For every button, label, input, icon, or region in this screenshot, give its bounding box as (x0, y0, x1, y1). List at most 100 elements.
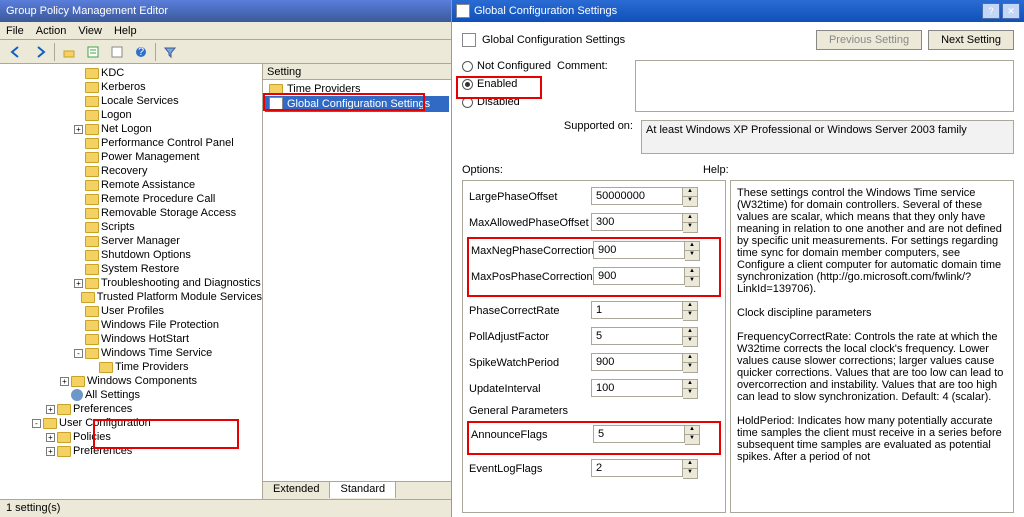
tree-node[interactable]: Server Manager (2, 234, 262, 248)
spin-down-icon[interactable]: ▼ (683, 389, 697, 398)
tree-node[interactable]: -Windows Time Service (2, 346, 262, 360)
tree-node[interactable]: Remote Procedure Call (2, 192, 262, 206)
spin-down-icon[interactable]: ▼ (683, 223, 697, 232)
tree-node[interactable]: +Preferences (2, 402, 262, 416)
spin-up-icon[interactable]: ▲ (683, 380, 697, 389)
spin-down-icon[interactable]: ▼ (683, 363, 697, 372)
option-input[interactable] (591, 327, 683, 345)
tree-node[interactable]: +Net Logon (2, 122, 262, 136)
option-row: MaxAllowedPhaseOffset ▲▼ (469, 213, 719, 233)
properties-button[interactable] (107, 42, 127, 62)
option-input[interactable] (591, 353, 683, 371)
previous-setting-button[interactable]: Previous Setting (816, 30, 922, 50)
tree-node[interactable]: +Troubleshooting and Diagnostics (2, 276, 262, 290)
radio-not-configured[interactable]: Not Configured (462, 60, 557, 72)
folder-icon (85, 320, 99, 331)
option-input[interactable] (593, 267, 685, 285)
option-input[interactable] (591, 213, 683, 231)
option-input[interactable] (591, 459, 683, 477)
option-input[interactable] (591, 301, 683, 319)
option-input[interactable] (593, 241, 685, 259)
spin-up-icon[interactable]: ▲ (683, 302, 697, 311)
help-pane[interactable]: These settings control the Windows Time … (730, 180, 1014, 513)
tree-node[interactable]: Windows File Protection (2, 318, 262, 332)
tab-standard[interactable]: Standard (330, 481, 396, 498)
spin-down-icon[interactable]: ▼ (685, 251, 699, 260)
tree-node[interactable]: Remote Assistance (2, 178, 262, 192)
spin-up-icon[interactable]: ▲ (685, 426, 699, 435)
tree-node[interactable]: +Windows Components (2, 374, 262, 388)
tree-node[interactable]: Kerberos (2, 80, 262, 94)
spin-down-icon[interactable]: ▼ (683, 337, 697, 346)
spin-up-icon[interactable]: ▲ (683, 354, 697, 363)
close-sysbutton[interactable]: ✕ (1002, 3, 1020, 19)
setting-column-header[interactable]: Setting (263, 64, 451, 80)
folder-icon (85, 68, 99, 79)
setting-item-global-config[interactable]: Global Configuration Settings (265, 96, 449, 112)
help-button[interactable]: ? (131, 42, 151, 62)
tree-node[interactable]: Time Providers (2, 360, 262, 374)
tab-extended[interactable]: Extended (263, 481, 330, 498)
tree-node[interactable]: System Restore (2, 262, 262, 276)
tree-node[interactable]: KDC (2, 66, 262, 80)
tree-node[interactable]: Power Management (2, 150, 262, 164)
collapse-icon[interactable]: - (32, 419, 41, 428)
tree-node[interactable]: Recovery (2, 164, 262, 178)
setting-item-time-providers[interactable]: Time Providers (265, 82, 449, 96)
next-setting-button[interactable]: Next Setting (928, 30, 1014, 50)
spin-up-icon[interactable]: ▲ (683, 188, 697, 197)
tree-node[interactable]: -User Configuration (2, 416, 262, 430)
spin-down-icon[interactable]: ▼ (683, 469, 697, 478)
expand-icon[interactable]: + (46, 405, 55, 414)
forward-button[interactable] (30, 42, 50, 62)
up-button[interactable] (59, 42, 79, 62)
spin-up-icon[interactable]: ▲ (683, 460, 697, 469)
help-sysbutton[interactable]: ? (982, 3, 1000, 19)
filter-button[interactable] (160, 42, 180, 62)
tree-node[interactable]: Windows HotStart (2, 332, 262, 346)
tree-node[interactable]: +Preferences (2, 444, 262, 458)
menu-help[interactable]: Help (114, 22, 137, 39)
tree-node[interactable]: Scripts (2, 220, 262, 234)
tree-node[interactable]: All Settings (2, 388, 262, 402)
options-pane[interactable]: LargePhaseOffset▲▼MaxAllowedPhaseOffset▲… (462, 180, 726, 513)
list-button[interactable] (83, 42, 103, 62)
tree-node[interactable]: Removable Storage Access (2, 206, 262, 220)
tree-node[interactable]: Trusted Platform Module Services (2, 290, 262, 304)
spin-up-icon[interactable]: ▲ (685, 242, 699, 251)
spin-down-icon[interactable]: ▼ (685, 277, 699, 286)
spin-up-icon[interactable]: ▲ (683, 214, 697, 223)
expand-icon[interactable]: + (74, 125, 83, 134)
option-label: MaxNegPhaseCorrection (471, 245, 589, 257)
tree-node[interactable]: Logon (2, 108, 262, 122)
menu-action[interactable]: Action (36, 22, 67, 39)
option-row: PhaseCorrectRate▲▼ (469, 301, 719, 321)
expand-icon[interactable]: + (46, 433, 55, 442)
comment-textarea[interactable] (635, 60, 1014, 112)
collapse-icon[interactable]: - (74, 349, 83, 358)
option-input[interactable] (591, 187, 683, 205)
spin-down-icon[interactable]: ▼ (683, 197, 697, 206)
spin-down-icon[interactable]: ▼ (683, 311, 697, 320)
spin-up-icon[interactable]: ▲ (685, 268, 699, 277)
tree-node[interactable]: Performance Control Panel (2, 136, 262, 150)
expand-icon[interactable]: + (74, 279, 83, 288)
tree-pane[interactable]: KDCKerberosLocale ServicesLogon+Net Logo… (0, 64, 263, 499)
option-label: MaxAllowedPhaseOffset (469, 217, 587, 229)
tree-node[interactable]: Shutdown Options (2, 248, 262, 262)
tree-node[interactable]: +Policies (2, 430, 262, 444)
dialog-heading: Global Configuration Settings (482, 34, 625, 46)
tree-node[interactable]: Locale Services (2, 94, 262, 108)
option-input[interactable] (593, 425, 685, 443)
option-input[interactable] (591, 379, 683, 397)
spin-up-icon[interactable]: ▲ (683, 328, 697, 337)
spin-down-icon[interactable]: ▼ (685, 435, 699, 444)
setting-item-label: Global Configuration Settings (287, 98, 430, 110)
back-button[interactable] (6, 42, 26, 62)
expand-icon[interactable]: + (60, 377, 69, 386)
menu-view[interactable]: View (78, 22, 102, 39)
tree-node[interactable]: User Profiles (2, 304, 262, 318)
expand-icon[interactable]: + (46, 447, 55, 456)
radio-enabled[interactable]: Enabled (462, 78, 557, 90)
menu-file[interactable]: File (6, 22, 24, 39)
